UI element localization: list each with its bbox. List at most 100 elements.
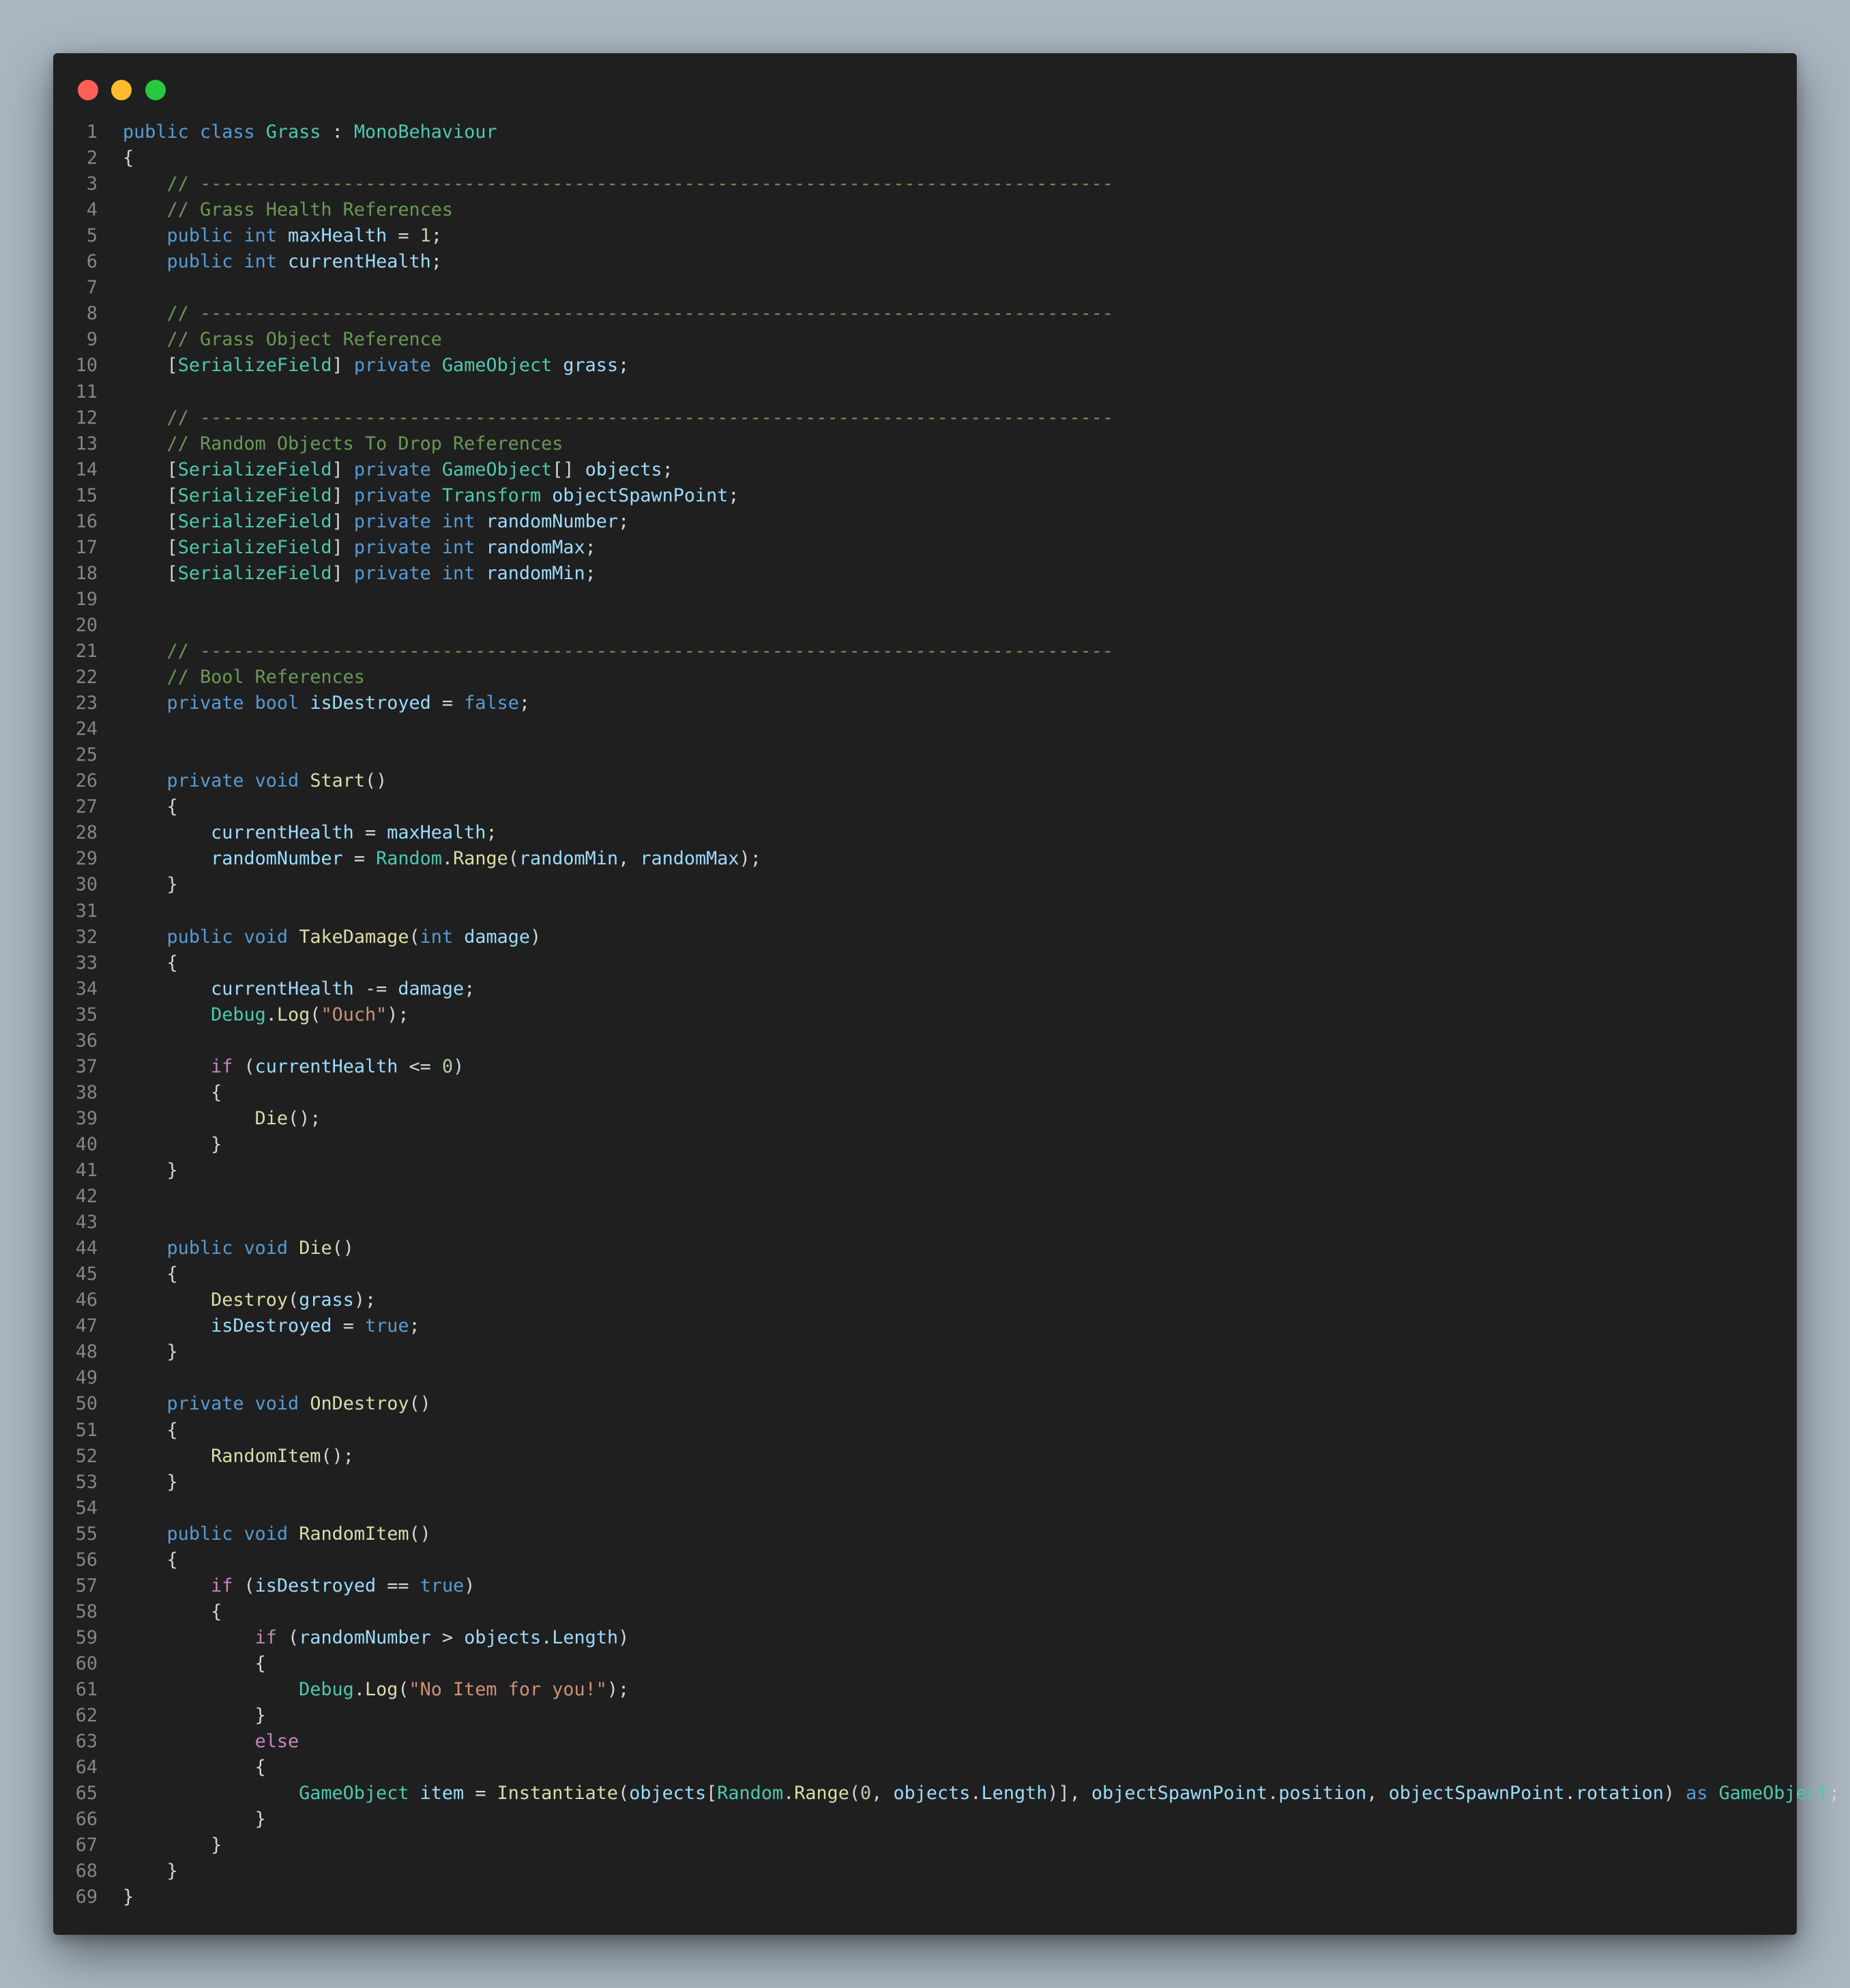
code-text: // Bool References: [166, 667, 365, 688]
code-text: [SerializeField] private int randomNumbe…: [166, 510, 630, 532]
code-text: randomNumber = Random.Range(randomMin, r…: [211, 848, 761, 870]
code-text: // -------------------------------------…: [166, 173, 1113, 195]
code-text: {: [166, 1263, 178, 1285]
code-text: }: [166, 1471, 178, 1493]
code-text: public void RandomItem(): [166, 1523, 431, 1545]
code-text: [SerializeField] private GameObject[] ob…: [166, 458, 673, 480]
line-number: 17: [75, 536, 98, 558]
code-text: }: [254, 1705, 266, 1727]
line-number: 22: [75, 667, 98, 688]
line-number: 67: [75, 1834, 98, 1856]
line-number: 28: [75, 822, 98, 844]
line-number: 58: [75, 1600, 98, 1622]
code-text: // Grass Health References: [166, 199, 454, 221]
code-text: private void OnDestroy(): [166, 1393, 431, 1415]
code-text: }: [211, 1834, 222, 1856]
line-number: 47: [75, 1315, 98, 1337]
line-number: 64: [75, 1757, 98, 1779]
line-number: 35: [75, 1004, 98, 1025]
line-number: 69: [75, 1886, 98, 1908]
line-number: 43: [75, 1212, 98, 1233]
line-number: 7: [86, 277, 98, 299]
code-text: else: [254, 1731, 299, 1753]
line-number: 46: [75, 1289, 98, 1311]
code-text: }: [254, 1809, 266, 1830]
code-text: if (randomNumber > objects.Length): [254, 1626, 630, 1648]
code-text: }: [166, 1341, 178, 1363]
code-text: public void Die(): [166, 1238, 354, 1259]
code-text: {: [254, 1757, 266, 1779]
code-text: Debug.Log("No Item for you!");: [299, 1679, 630, 1700]
code-text: {: [166, 952, 178, 974]
line-number: 24: [75, 718, 98, 740]
line-number: 51: [75, 1419, 98, 1441]
line-number: 25: [75, 744, 98, 766]
line-number: 5: [86, 225, 98, 247]
line-number: 10: [75, 355, 98, 377]
maximize-window-button[interactable]: [145, 80, 166, 100]
code-text: Die();: [254, 1107, 321, 1129]
code-text: {: [166, 796, 178, 818]
line-number: 33: [75, 952, 98, 974]
line-number: 13: [75, 433, 98, 454]
code-window: 1 public class Grass : MonoBehaviour 2 {3 /…: [53, 53, 1840, 1935]
line-number: 66: [75, 1809, 98, 1830]
line-number: 36: [75, 1029, 98, 1051]
line-number: 68: [75, 1860, 98, 1882]
code-text: isDestroyed = true;: [211, 1315, 420, 1337]
line-number: 50: [75, 1393, 98, 1415]
line-number: 45: [75, 1263, 98, 1285]
line-number: 41: [75, 1160, 98, 1181]
line-number: 16: [75, 510, 98, 532]
line-number: 39: [75, 1107, 98, 1129]
line-number: 60: [75, 1652, 98, 1674]
line-number: 52: [75, 1445, 98, 1467]
line-number: 23: [75, 692, 98, 714]
line-number: 42: [75, 1186, 98, 1208]
code-text: if (isDestroyed == true): [211, 1575, 475, 1596]
line-number: 12: [75, 407, 98, 428]
code-text: Debug.Log("Ouch");: [211, 1004, 409, 1025]
code-text: GameObject item = Instantiate(objects[Ra…: [299, 1783, 1840, 1804]
line-number: 3: [86, 173, 98, 195]
code-text: }: [123, 1886, 134, 1908]
code-text: currentHealth = maxHealth;: [211, 822, 497, 844]
line-number: 49: [75, 1367, 98, 1389]
line-number: 37: [75, 1055, 98, 1077]
line-number: 44: [75, 1238, 98, 1259]
line-number: 14: [75, 458, 98, 480]
code-text: public class Grass : MonoBehaviour: [123, 121, 497, 143]
line-number: 18: [75, 562, 98, 584]
code-text: private bool isDestroyed = false;: [166, 692, 531, 714]
code-text: [SerializeField] private int randomMax;: [166, 536, 596, 558]
code-text: public void TakeDamage(int damage): [166, 926, 542, 948]
code-text: // -------------------------------------…: [166, 303, 1113, 325]
code-text: // -------------------------------------…: [166, 407, 1113, 428]
line-number: 65: [75, 1783, 98, 1804]
code-text: // Grass Object Reference: [166, 329, 442, 351]
line-number: 56: [75, 1549, 98, 1570]
code-text: // -------------------------------------…: [166, 641, 1113, 662]
line-number: 6: [86, 251, 98, 273]
code-text: // Random Objects To Drop References: [166, 433, 563, 454]
code-text: {: [211, 1600, 222, 1622]
code-text: }: [166, 874, 178, 896]
line-number: 2: [86, 147, 98, 169]
code-text: {: [211, 1081, 222, 1103]
code-text: [SerializeField] private Transform objec…: [166, 484, 739, 506]
line-number: 27: [75, 796, 98, 818]
line-number: 30: [75, 874, 98, 896]
line-number: 34: [75, 978, 98, 999]
line-number: 62: [75, 1705, 98, 1727]
code-text: currentHealth -= damage;: [211, 978, 475, 999]
code-text: public int maxHealth = 1;: [166, 225, 442, 247]
code-text: private void Start(): [166, 770, 387, 792]
line-number: 59: [75, 1626, 98, 1648]
line-number: 29: [75, 848, 98, 870]
line-number: 55: [75, 1523, 98, 1545]
close-window-button[interactable]: [78, 80, 98, 100]
minimize-window-button[interactable]: [111, 80, 132, 100]
code-text: {: [123, 147, 134, 169]
line-number: 63: [75, 1731, 98, 1753]
line-number: 15: [75, 484, 98, 506]
